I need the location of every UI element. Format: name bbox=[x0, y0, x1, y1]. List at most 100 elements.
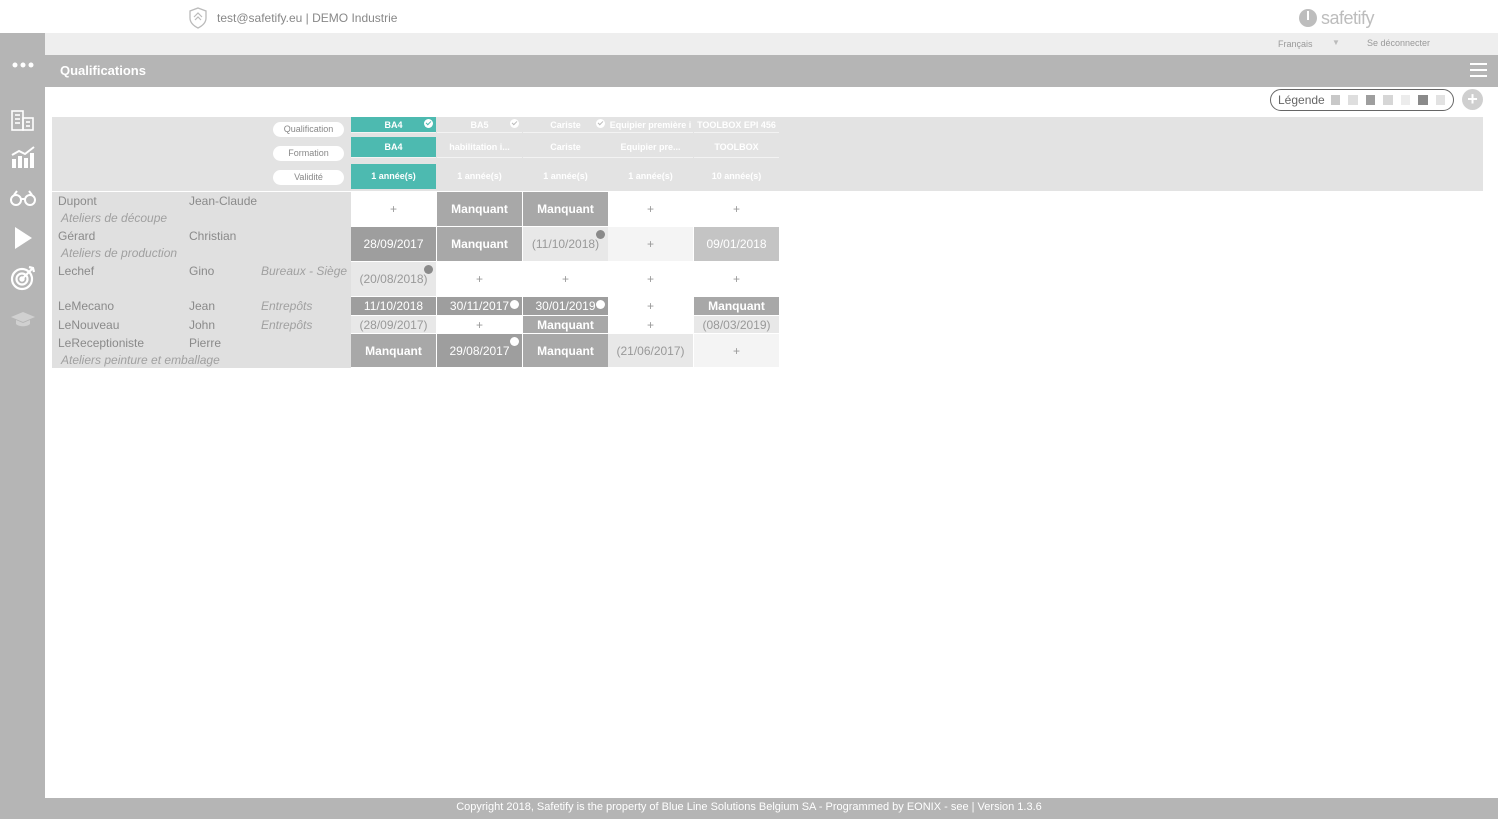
employee-last-name: Gérard bbox=[58, 229, 96, 243]
qualification-cell[interactable]: + bbox=[608, 316, 693, 333]
employee-last-name: LeMecano bbox=[58, 299, 115, 313]
cell-value: (21/06/2017) bbox=[616, 343, 685, 358]
qualification-cell[interactable]: Manquant bbox=[523, 316, 608, 333]
column-header[interactable]: BA5 habilitation i... 1 année(s) bbox=[437, 117, 522, 191]
qualification-cell[interactable]: + bbox=[608, 297, 693, 315]
cell-value: + bbox=[646, 317, 654, 332]
qualification-cell[interactable]: + bbox=[437, 262, 522, 296]
hamburger-menu-icon[interactable] bbox=[1470, 63, 1487, 78]
validite-pill[interactable]: Validité bbox=[273, 170, 344, 185]
check-icon bbox=[510, 337, 519, 346]
check-icon bbox=[596, 300, 605, 309]
chart-icon[interactable] bbox=[0, 139, 45, 175]
column-qualification[interactable]: BA5 bbox=[437, 117, 522, 133]
cell-value: Manquant bbox=[537, 343, 594, 358]
play-icon[interactable] bbox=[0, 220, 45, 256]
column-formation[interactable]: Cariste bbox=[523, 137, 608, 158]
employee-first-name: John bbox=[189, 318, 216, 332]
qualification-cell[interactable]: Manquant bbox=[523, 192, 608, 226]
qualification-pill[interactable]: Qualification bbox=[273, 122, 344, 137]
check-icon bbox=[596, 119, 605, 128]
buildings-icon[interactable] bbox=[0, 102, 45, 138]
qualification-cell[interactable]: 28/09/2017 bbox=[351, 227, 436, 261]
title-bar: Qualifications bbox=[45, 55, 1498, 87]
qualification-cell[interactable]: (21/06/2017) bbox=[608, 334, 693, 367]
check-icon bbox=[424, 119, 433, 128]
binoculars-icon[interactable] bbox=[0, 180, 45, 216]
qualification-cell[interactable]: + bbox=[523, 262, 608, 296]
qualification-cell[interactable]: Manquant bbox=[694, 297, 779, 315]
legend-swatch bbox=[1383, 95, 1393, 105]
cell-value: + bbox=[475, 272, 483, 286]
column-formation[interactable]: BA4 bbox=[351, 137, 436, 158]
employee-last-name: Lechef bbox=[58, 264, 95, 278]
column-header[interactable]: Cariste Cariste 1 année(s) bbox=[523, 117, 608, 191]
column-qualification[interactable]: BA4 bbox=[351, 117, 436, 133]
legend-toggle[interactable]: Légende bbox=[1270, 89, 1454, 111]
column-header[interactable]: BA4 BA4 1 année(s) bbox=[351, 117, 436, 191]
graduation-cap-icon[interactable] bbox=[0, 301, 45, 337]
footer: Copyright 2018, Safetify is the property… bbox=[0, 798, 1498, 819]
logout-link[interactable]: Se déconnecter bbox=[1367, 38, 1430, 48]
column-qualification[interactable]: TOOLBOX EPI 456 bbox=[694, 117, 779, 133]
qualification-cell[interactable]: Manquant bbox=[437, 192, 522, 226]
cell-value: + bbox=[389, 202, 397, 216]
qualification-cell[interactable]: + bbox=[437, 316, 522, 333]
qualification-cell[interactable]: + bbox=[694, 262, 779, 296]
qualification-cell[interactable]: (28/09/2017) bbox=[351, 316, 436, 333]
employee-department: Ateliers de découpe bbox=[61, 211, 168, 225]
qualification-cell[interactable]: 30/01/2019 bbox=[523, 297, 608, 315]
check-icon bbox=[424, 265, 433, 274]
cell-value: 28/09/2017 bbox=[363, 237, 424, 251]
qualification-cell[interactable]: + bbox=[608, 262, 693, 296]
column-qualification[interactable]: Equipier première i bbox=[608, 117, 693, 133]
column-validite: 1 année(s) bbox=[628, 171, 673, 181]
qualification-cell[interactable]: Manquant bbox=[437, 227, 522, 261]
add-icon[interactable]: + bbox=[1462, 89, 1483, 110]
qualification-cell[interactable]: + bbox=[694, 334, 779, 367]
qualification-cell[interactable]: (20/08/2018) bbox=[351, 262, 436, 296]
formation-pill[interactable]: Formation bbox=[273, 146, 344, 161]
cell-value: + bbox=[732, 272, 740, 286]
qualification-cell[interactable]: 09/01/2018 bbox=[694, 227, 779, 261]
column-validite: 1 année(s) bbox=[351, 164, 436, 189]
qualification-cell[interactable]: 30/11/2017 bbox=[437, 297, 522, 315]
more-icon[interactable] bbox=[0, 47, 45, 83]
target-icon[interactable] bbox=[0, 260, 45, 296]
column-header[interactable]: Equipier première i Equipier pre... 1 anné… bbox=[608, 117, 693, 191]
qualification-cell[interactable]: + bbox=[694, 192, 779, 226]
chevron-down-icon[interactable]: ▼ bbox=[1332, 38, 1340, 47]
language-select[interactable]: Français bbox=[1278, 39, 1313, 49]
column-header[interactable]: TOOLBOX EPI 456 TOOLBOX 10 année(s) bbox=[694, 117, 779, 191]
qualification-cell[interactable]: Manquant bbox=[351, 334, 436, 367]
cell-value: + bbox=[732, 202, 740, 216]
legend-swatch bbox=[1435, 95, 1445, 105]
cell-value: + bbox=[475, 317, 483, 332]
qualification-cell[interactable]: 29/08/2017 bbox=[437, 334, 522, 367]
column-formation[interactable]: TOOLBOX bbox=[694, 137, 779, 158]
qualification-cell[interactable]: + bbox=[608, 192, 693, 226]
qualification-cell[interactable]: (11/10/2018) bbox=[523, 227, 608, 261]
qualification-cell[interactable]: + bbox=[608, 227, 693, 261]
qualification-cell[interactable]: (08/03/2019) bbox=[694, 316, 779, 333]
employee-first-name: Jean bbox=[189, 299, 216, 313]
brand-name: safetify bbox=[1321, 7, 1375, 28]
qualification-cell[interactable]: Manquant bbox=[523, 334, 608, 367]
qualification-cell[interactable]: + bbox=[351, 192, 436, 226]
cell-value: + bbox=[646, 299, 654, 313]
column-formation[interactable]: habilitation i... bbox=[437, 137, 522, 158]
side-nav bbox=[0, 33, 45, 798]
cell-value: + bbox=[646, 272, 654, 286]
legend-label: Légende bbox=[1278, 93, 1325, 107]
column-formation[interactable]: Equipier pre... bbox=[608, 137, 693, 158]
column-validite: 10 année(s) bbox=[711, 171, 762, 181]
cell-value: 09/01/2018 bbox=[706, 237, 767, 251]
column-qualification[interactable]: Cariste bbox=[523, 117, 608, 133]
qualification-cell[interactable]: 11/10/2018 bbox=[351, 297, 436, 315]
brand-logo[interactable]: safetify bbox=[1299, 7, 1375, 29]
cell-value: Manquant bbox=[537, 317, 594, 332]
column-validite: 1 année(s) bbox=[543, 171, 588, 181]
legend-swatch bbox=[1365, 95, 1376, 105]
employee-last-name: Dupont bbox=[58, 194, 97, 208]
employee-last-name: LeReceptioniste bbox=[58, 336, 145, 350]
